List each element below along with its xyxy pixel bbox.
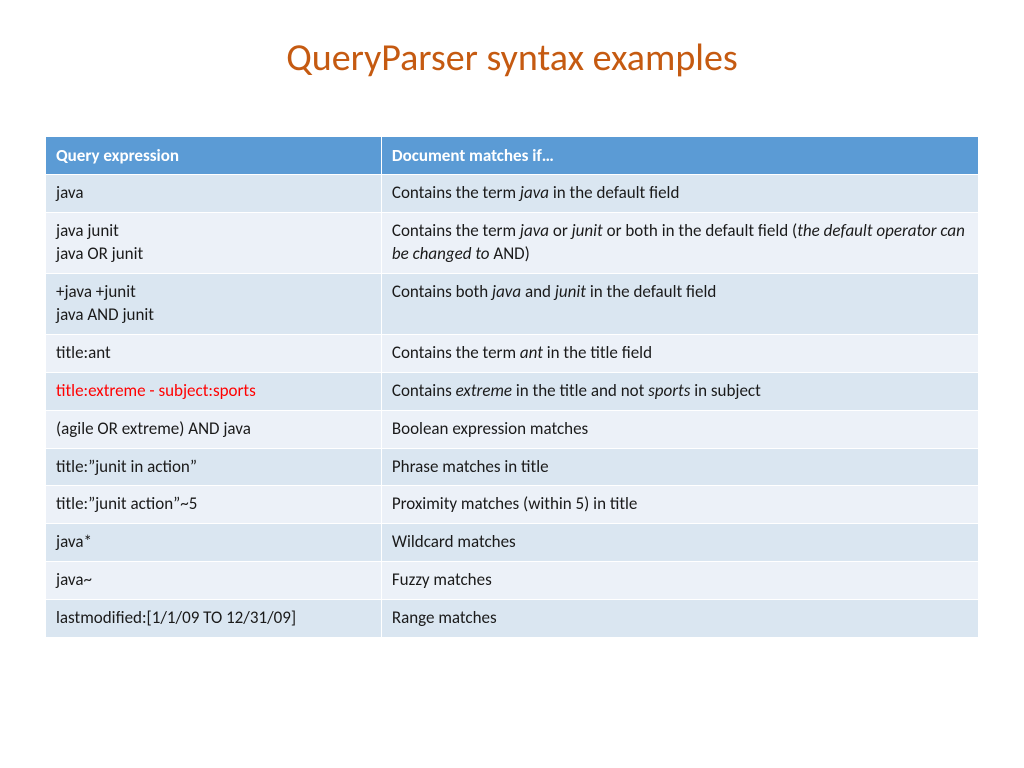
cell-expression: (agile OR extreme) AND java: [46, 410, 382, 448]
syntax-table: Query expression Document matches if… ja…: [45, 136, 979, 638]
cell-description: Boolean expression matches: [381, 410, 978, 448]
table-row: (agile OR extreme) AND javaBoolean expre…: [46, 410, 979, 448]
cell-description: Contains the term ant in the title field: [381, 334, 978, 372]
cell-description: Fuzzy matches: [381, 562, 978, 600]
table-row: title:antContains the term ant in the ti…: [46, 334, 979, 372]
cell-description: Contains the term java in the default fi…: [381, 175, 978, 213]
cell-expression: title:”junit in action”: [46, 448, 382, 486]
cell-expression: java~: [46, 562, 382, 600]
table-row: java junitjava OR junitContains the term…: [46, 212, 979, 273]
table-header-row: Query expression Document matches if…: [46, 137, 979, 175]
cell-expression: title:”junit action”~5: [46, 486, 382, 524]
cell-description: Phrase matches in title: [381, 448, 978, 486]
cell-expression: java junitjava OR junit: [46, 212, 382, 273]
col-header-expression: Query expression: [46, 137, 382, 175]
page-title: QueryParser syntax examples: [45, 35, 979, 81]
cell-description: Contains both java and junit in the defa…: [381, 273, 978, 334]
cell-expression: java*: [46, 524, 382, 562]
table-row: java*Wildcard matches: [46, 524, 979, 562]
cell-description: Contains extreme in the title and not sp…: [381, 372, 978, 410]
table-row: title:extreme - subject:sportsContains e…: [46, 372, 979, 410]
col-header-matches: Document matches if…: [381, 137, 978, 175]
cell-expression: java: [46, 175, 382, 213]
cell-description: Range matches: [381, 600, 978, 638]
cell-expression: title:extreme - subject:sports: [46, 372, 382, 410]
cell-description: Contains the term java or junit or both …: [381, 212, 978, 273]
table-row: title:”junit in action”Phrase matches in…: [46, 448, 979, 486]
cell-description: Wildcard matches: [381, 524, 978, 562]
cell-expression: title:ant: [46, 334, 382, 372]
table-row: javaContains the term java in the defaul…: [46, 175, 979, 213]
cell-expression: lastmodified:[1/1/09 TO 12/31/09]: [46, 600, 382, 638]
cell-expression: +java +junitjava AND junit: [46, 273, 382, 334]
cell-description: Proximity matches (within 5) in title: [381, 486, 978, 524]
table-row: +java +junitjava AND junitContains both …: [46, 273, 979, 334]
table-row: title:”junit action”~5Proximity matches …: [46, 486, 979, 524]
table-row: lastmodified:[1/1/09 TO 12/31/09]Range m…: [46, 600, 979, 638]
table-row: java~Fuzzy matches: [46, 562, 979, 600]
